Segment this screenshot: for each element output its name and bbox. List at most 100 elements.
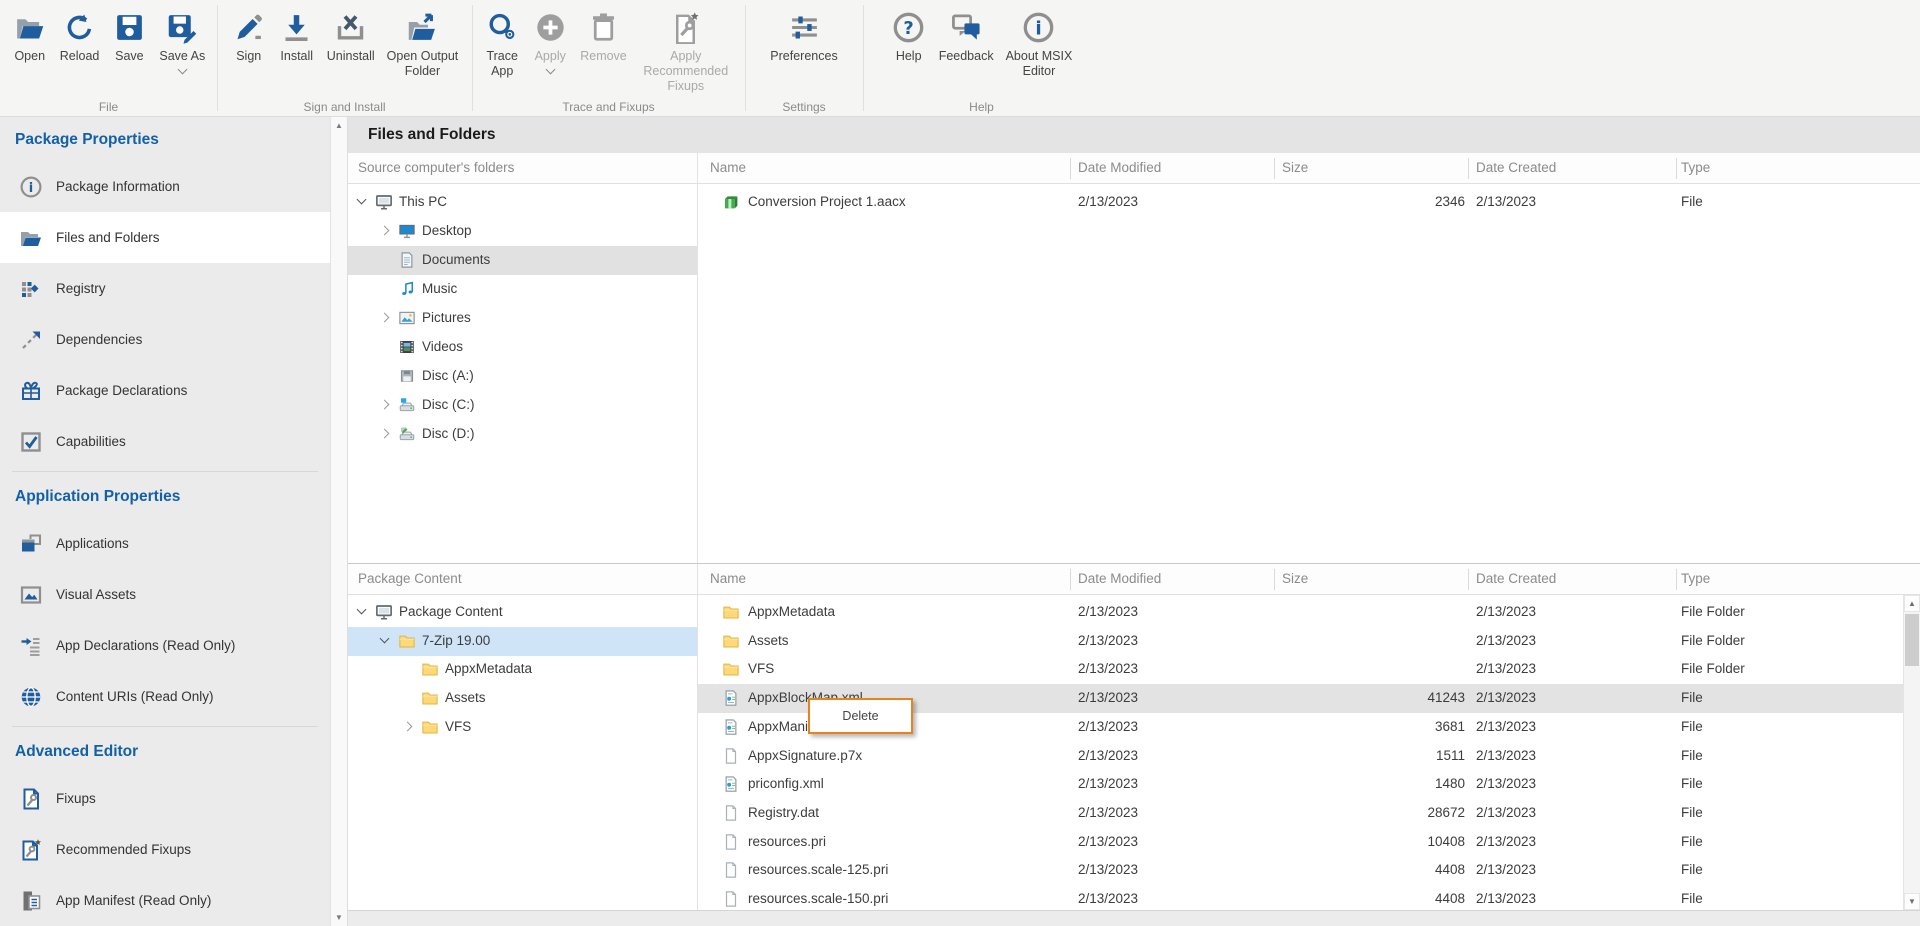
column-header-size[interactable]: Size <box>1282 564 1308 594</box>
sidebar-item-app-manifest-read-only[interactable]: App Manifest (Read Only) <box>0 875 330 926</box>
file-row-registry-dat[interactable]: Registry.dat2/13/2023286722/13/2023File <box>697 799 1903 828</box>
column-header-date-modified[interactable]: Date Modified <box>1078 564 1161 594</box>
pc-icon <box>375 603 393 621</box>
chevron-right-icon[interactable] <box>380 313 390 323</box>
chevron-right-icon[interactable] <box>380 400 390 410</box>
tree-item-assets[interactable]: Assets <box>348 684 697 713</box>
tree-item-music[interactable]: Music <box>348 275 697 304</box>
file-row-resources-pri[interactable]: resources.pri2/13/2023104082/13/2023File <box>697 828 1903 857</box>
scroll-down-arrow[interactable]: ▼ <box>331 909 347 926</box>
tree-item-vfs[interactable]: VFS <box>348 713 697 742</box>
about-msix-editor-button[interactable]: iAbout MSIX Editor <box>1001 8 1078 79</box>
help-button[interactable]: ?Help <box>886 8 932 64</box>
sidebar-item-fixups[interactable]: Fixups <box>0 773 330 824</box>
open-folder-icon <box>12 8 48 46</box>
file-row-resources-scale-125-pri[interactable]: resources.scale-125.pri2/13/202344082/13… <box>697 856 1903 885</box>
cell-type: File <box>1681 862 1703 877</box>
file-row-appxsignature-p7x[interactable]: AppxSignature.p7x2/13/202315112/13/2023F… <box>697 742 1903 771</box>
file-row-resources-scale-150-pri[interactable]: resources.scale-150.pri2/13/202344082/13… <box>697 885 1903 910</box>
tree-item-7-zip-1900[interactable]: 7-Zip 19.00 <box>348 627 697 656</box>
tree-item-disc-d[interactable]: Disc (D:) <box>348 420 697 449</box>
tree-item-disc-c[interactable]: Disc (C:) <box>348 391 697 420</box>
tree-item-videos[interactable]: Videos <box>348 333 697 362</box>
app-manifest-icon <box>19 889 43 913</box>
scroll-thumb[interactable] <box>1905 614 1919 666</box>
scroll-up-arrow[interactable]: ▲ <box>331 117 347 134</box>
dropdown-caret-icon <box>545 65 555 75</box>
tree-item-pictures[interactable]: Pictures <box>348 304 697 333</box>
scroll-up-arrow[interactable]: ▲ <box>1904 595 1920 612</box>
ribbon-group-trace-and-fixups: Trace AppApplyRemoveApply Recommended Fi… <box>472 0 745 116</box>
ribbon-button-label: Save As <box>159 49 205 64</box>
column-header-type[interactable]: Type <box>1681 153 1710 183</box>
column-header-type[interactable]: Type <box>1681 564 1710 594</box>
tree-pane-header[interactable]: Package Content <box>358 564 462 594</box>
sign-button[interactable]: Sign <box>226 8 272 64</box>
tree-pane-header[interactable]: Source computer's folders <box>358 153 514 183</box>
xml-icon <box>722 718 740 736</box>
uninstall-button[interactable]: Uninstall <box>322 8 380 64</box>
tree-item-desktop[interactable]: Desktop <box>348 217 697 246</box>
open-output-folder-button[interactable]: Open Output Folder <box>382 8 464 79</box>
capabilities-icon <box>19 430 43 454</box>
cell-date-modified: 2/13/2023 <box>1078 690 1138 705</box>
apply-button[interactable]: Apply <box>527 8 573 73</box>
column-separator <box>1676 158 1677 179</box>
column-header-name[interactable]: Name <box>710 153 746 183</box>
scroll-down-arrow[interactable]: ▼ <box>1904 893 1920 910</box>
reload-button[interactable]: Reload <box>55 8 105 64</box>
sidebar-item-dependencies[interactable]: Dependencies <box>0 314 330 365</box>
cell-type: File <box>1681 194 1703 209</box>
chevron-down-icon[interactable] <box>357 195 367 205</box>
file-row-vfs[interactable]: VFS2/13/20232/13/2023File Folder <box>697 655 1903 684</box>
cell-date-created: 2/13/2023 <box>1476 776 1536 791</box>
apply-recommended-fixups-button[interactable]: Apply Recommended Fixups <box>634 8 738 94</box>
sidebar-item-recommended-fixups[interactable]: Recommended Fixups <box>0 824 330 875</box>
trace-app-button[interactable]: Trace App <box>479 8 525 79</box>
column-header-date-created[interactable]: Date Created <box>1476 153 1556 183</box>
package-list-scrollbar[interactable]: ▲ ▼ <box>1903 595 1920 910</box>
tree-item-appxmetadata[interactable]: AppxMetadata <box>348 655 697 684</box>
file-row-appxmetadata[interactable]: AppxMetadata2/13/20232/13/2023File Folde… <box>697 598 1903 627</box>
install-button[interactable]: Install <box>274 8 320 64</box>
file-row-assets[interactable]: Assets2/13/20232/13/2023File Folder <box>697 627 1903 656</box>
sidebar-item-registry[interactable]: Registry <box>0 263 330 314</box>
column-header-date-created[interactable]: Date Created <box>1476 564 1556 594</box>
sidebar-item-app-declarations-read-only[interactable]: App Declarations (Read Only) <box>0 620 330 671</box>
save-button[interactable]: Save <box>106 8 152 64</box>
column-header-name[interactable]: Name <box>710 564 746 594</box>
tree-item-documents[interactable]: Documents <box>348 246 697 275</box>
context-menu-item-delete[interactable]: Delete <box>842 709 878 723</box>
ribbon-button-label: Help <box>896 49 922 64</box>
sidebar-item-content-uris-read-only[interactable]: Content URIs (Read Only) <box>0 671 330 722</box>
column-header-size[interactable]: Size <box>1282 153 1308 183</box>
file-row-priconfig-xml[interactable]: priconfig.xml2/13/202314802/13/2023File <box>697 770 1903 799</box>
sidebar-item-capabilities[interactable]: Capabilities <box>0 416 330 467</box>
chevron-right-icon[interactable] <box>380 226 390 236</box>
remove-button[interactable]: Remove <box>575 8 632 64</box>
tree-item-package-content[interactable]: Package Content <box>348 598 697 627</box>
file-row-conversion-project-1-aacx[interactable]: Conversion Project 1.aacx2/13/202323462/… <box>697 188 1920 217</box>
save-as-button[interactable]: Save As <box>154 8 210 73</box>
recommended-fixups-icon <box>19 838 43 862</box>
sidebar-item-package-declarations[interactable]: Package Declarations <box>0 365 330 416</box>
chevron-right-icon[interactable] <box>403 721 413 731</box>
sidebar-item-applications[interactable]: Applications <box>0 518 330 569</box>
column-header-date-modified[interactable]: Date Modified <box>1078 153 1161 183</box>
chevron-down-icon[interactable] <box>357 605 367 615</box>
tree-item-disc-a[interactable]: Disc (A:) <box>348 362 697 391</box>
sidebar-scrollbar[interactable]: ▲ ▼ <box>330 117 348 926</box>
chevron-right-icon[interactable] <box>380 429 390 439</box>
cell-type: File Folder <box>1681 633 1745 648</box>
preferences-button[interactable]: Preferences <box>765 8 842 64</box>
tree-item-this-pc[interactable]: This PC <box>348 188 697 217</box>
sidebar-item-label: App Declarations (Read Only) <box>56 638 235 653</box>
sidebar-item-package-information[interactable]: iPackage Information <box>0 161 330 212</box>
sidebar-item-files-and-folders[interactable]: Files and Folders <box>0 212 330 263</box>
open-button[interactable]: Open <box>7 8 53 64</box>
feedback-button[interactable]: Feedback <box>934 8 999 64</box>
ribbon-group-label: Sign and Install <box>217 100 472 114</box>
chevron-down-icon[interactable] <box>380 633 390 643</box>
cell-type: File <box>1681 891 1703 906</box>
sidebar-item-visual-assets[interactable]: Visual Assets <box>0 569 330 620</box>
